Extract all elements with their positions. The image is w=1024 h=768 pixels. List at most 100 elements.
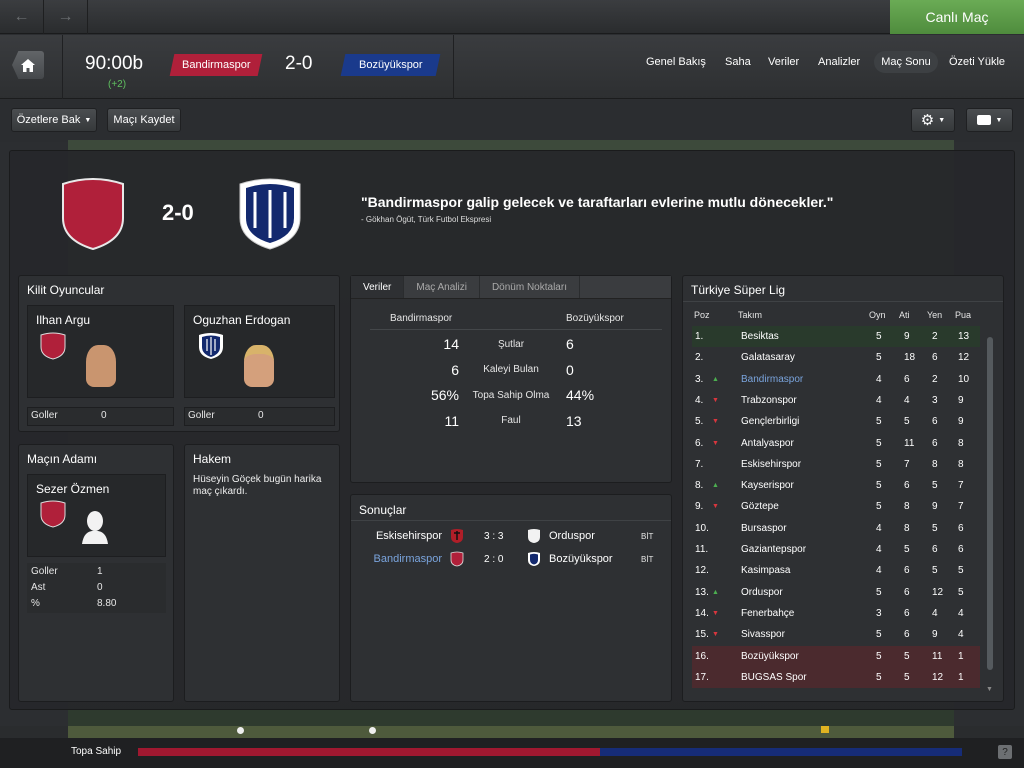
quote-source: - Gökhan Ögüt, Türk Futbol Ekspresi [361, 215, 492, 224]
cell-team[interactable]: Fenerbahçe [741, 608, 794, 619]
live-match-button[interactable]: Canlı Maç [890, 0, 1024, 34]
cell-team[interactable]: Trabzonspor [741, 395, 797, 406]
table-scrollbar[interactable] [987, 337, 993, 670]
yellow-card-icon[interactable] [821, 726, 829, 733]
save-match-button[interactable]: Maçı Kaydet [107, 108, 181, 132]
table-row[interactable]: 5. Gençlerbirligi 5 5 6 9 ▼ [692, 411, 980, 432]
cell-played: 5 [876, 501, 882, 513]
result-score: 2 : 0 [484, 554, 504, 565]
cell-team[interactable]: Antalyaspor [741, 438, 794, 449]
cell-team[interactable]: Kayserispor [741, 480, 794, 491]
help-icon[interactable]: ? [998, 745, 1012, 759]
cell-pos: 2. [695, 352, 704, 364]
tab-veriler[interactable]: Veriler [351, 276, 405, 298]
table-row[interactable]: 16. Bozüyükspor 5 5 11 1 [692, 645, 980, 667]
results-panel [350, 494, 672, 702]
stat-value: 0 [97, 582, 103, 593]
tab-mac-analizi[interactable]: Maç Analizi [404, 276, 480, 298]
home-team-badge[interactable]: Bandirmaspor [169, 54, 263, 76]
table-row[interactable]: 12. Kasimpasa 4 6 5 5 [692, 560, 980, 581]
table-row[interactable]: 17. BUGSAS Spor 5 5 12 1 [692, 666, 980, 688]
table-row[interactable]: 3. Bandirmaspor 4 6 2 10 ▲ [692, 369, 980, 390]
col-header-pos[interactable]: Poz [694, 310, 710, 320]
arrow-down-icon: ▼ [712, 418, 719, 426]
menu-analizler[interactable]: Analizler [818, 56, 860, 68]
col-header-points[interactable]: Pua [955, 310, 971, 320]
cell-team[interactable]: Galatasaray [741, 352, 795, 363]
cell-points: 7 [958, 501, 964, 513]
goal-marker-icon[interactable] [237, 727, 244, 734]
header-score: 2-0 [285, 53, 313, 74]
stat-value: 8.80 [97, 598, 117, 609]
cell-points: 6 [958, 544, 964, 555]
back-arrow-icon[interactable]: ← [0, 0, 44, 34]
cell-team[interactable]: Bursaspor [741, 523, 787, 534]
cell-team[interactable]: Bandirmaspor [741, 374, 803, 385]
table-row[interactable]: 6. Antalyaspor 5 11 6 8 ▼ [692, 433, 980, 454]
highlights-dropdown[interactable]: Özetlere Bak ▼ [11, 108, 97, 132]
cell-scored: 5 [904, 671, 910, 683]
player-name[interactable]: Ilhan Argu [36, 313, 90, 327]
table-row[interactable]: 9. Göztepe 5 8 9 7 ▼ [692, 496, 980, 517]
cell-team[interactable]: Eskisehirspor [741, 459, 801, 470]
goal-marker-icon[interactable] [369, 727, 376, 734]
cell-team[interactable]: Sivasspor [741, 629, 785, 640]
table-row[interactable]: 15. Sivasspor 5 6 9 4 ▼ [692, 624, 980, 645]
player-name[interactable]: Oguzhan Erdogan [193, 313, 290, 327]
col-header-played[interactable]: Oyn [869, 310, 886, 320]
cell-team[interactable]: Kasimpasa [741, 565, 790, 576]
cell-points: 8 [958, 458, 964, 470]
result-away-team[interactable]: Orduspor [549, 530, 595, 542]
cell-pos: 12. [695, 565, 709, 577]
settings-dropdown[interactable]: ⚙ ▼ [911, 108, 955, 132]
home-button[interactable] [12, 51, 44, 79]
table-row[interactable]: 11. Gaziantepspor 4 5 6 6 [692, 539, 980, 560]
chat-dropdown[interactable]: ▼ [966, 108, 1013, 132]
cell-conceded: 9 [932, 501, 938, 513]
result-home-team[interactable]: Eskisehirspor [360, 530, 442, 542]
scroll-down-icon[interactable]: ▼ [986, 686, 993, 693]
away-team-badge[interactable]: Bozüyükspor [340, 54, 441, 76]
menu-genel-bakis[interactable]: Genel Bakış [646, 56, 706, 68]
cell-scored: 6 [904, 373, 910, 385]
menu-veriler[interactable]: Veriler [768, 56, 799, 68]
stats-home-team: Bandirmaspor [390, 313, 453, 324]
arrow-down-icon: ▼ [712, 503, 719, 511]
table-row[interactable]: 14. Fenerbahçe 3 6 4 4 ▼ [692, 603, 980, 624]
cell-team[interactable]: Gaziantepspor [741, 544, 806, 555]
tab-donum-noktalari[interactable]: Dönüm Noktaları [480, 276, 580, 298]
results-title: Sonuçlar [359, 503, 407, 517]
table-row[interactable]: 10. Bursaspor 4 8 5 6 [692, 518, 980, 539]
cell-team[interactable]: Bozüyükspor [741, 651, 799, 662]
cell-team[interactable]: Orduspor [741, 587, 783, 598]
result-away-team[interactable]: Bozüyükspor [549, 553, 613, 565]
table-row[interactable]: 7. Eskisehirspor 5 7 8 8 [692, 454, 980, 475]
cell-team[interactable]: Besiktas [741, 331, 779, 342]
col-header-scored[interactable]: Ati [899, 310, 910, 320]
table-row[interactable]: 4. Trabzonspor 4 4 3 9 ▼ [692, 390, 980, 411]
result-home-team[interactable]: Bandirmaspor [360, 553, 442, 565]
table-row[interactable]: 8. Kayserispor 5 6 5 7 ▲ [692, 475, 980, 496]
player-name[interactable]: Sezer Özmen [36, 482, 109, 496]
col-header-team[interactable]: Takım [738, 310, 762, 320]
table-row[interactable]: 1. Besiktas 5 9 2 13 [692, 326, 980, 347]
cell-team[interactable]: Gençlerbirligi [741, 416, 799, 427]
cell-conceded: 6 [932, 544, 938, 555]
menu-ozeti-yukle[interactable]: Özeti Yükle [949, 56, 1005, 68]
col-header-conceded[interactable]: Yen [927, 310, 942, 320]
cell-played: 4 [876, 373, 882, 385]
menu-mac-sonu[interactable]: Maç Sonu [874, 51, 938, 73]
cell-scored: 18 [904, 352, 916, 364]
forward-arrow-icon[interactable]: → [44, 0, 88, 34]
cell-team[interactable]: BUGSAS Spor [741, 672, 807, 683]
arrow-down-icon: ▼ [712, 609, 719, 617]
stat-label: Topa Sahip Olma [472, 390, 550, 401]
chevron-down-icon: ▼ [84, 116, 92, 124]
speech-bubble-icon [976, 115, 991, 125]
table-row[interactable]: 13. Orduspor 5 6 12 5 ▲ [692, 582, 980, 603]
cell-team[interactable]: Göztepe [741, 501, 779, 512]
match-timeline[interactable] [0, 726, 1024, 738]
table-row[interactable]: 2. Galatasaray 5 18 6 12 [692, 347, 980, 368]
cell-scored: 7 [904, 458, 910, 470]
menu-saha[interactable]: Saha [725, 56, 751, 68]
